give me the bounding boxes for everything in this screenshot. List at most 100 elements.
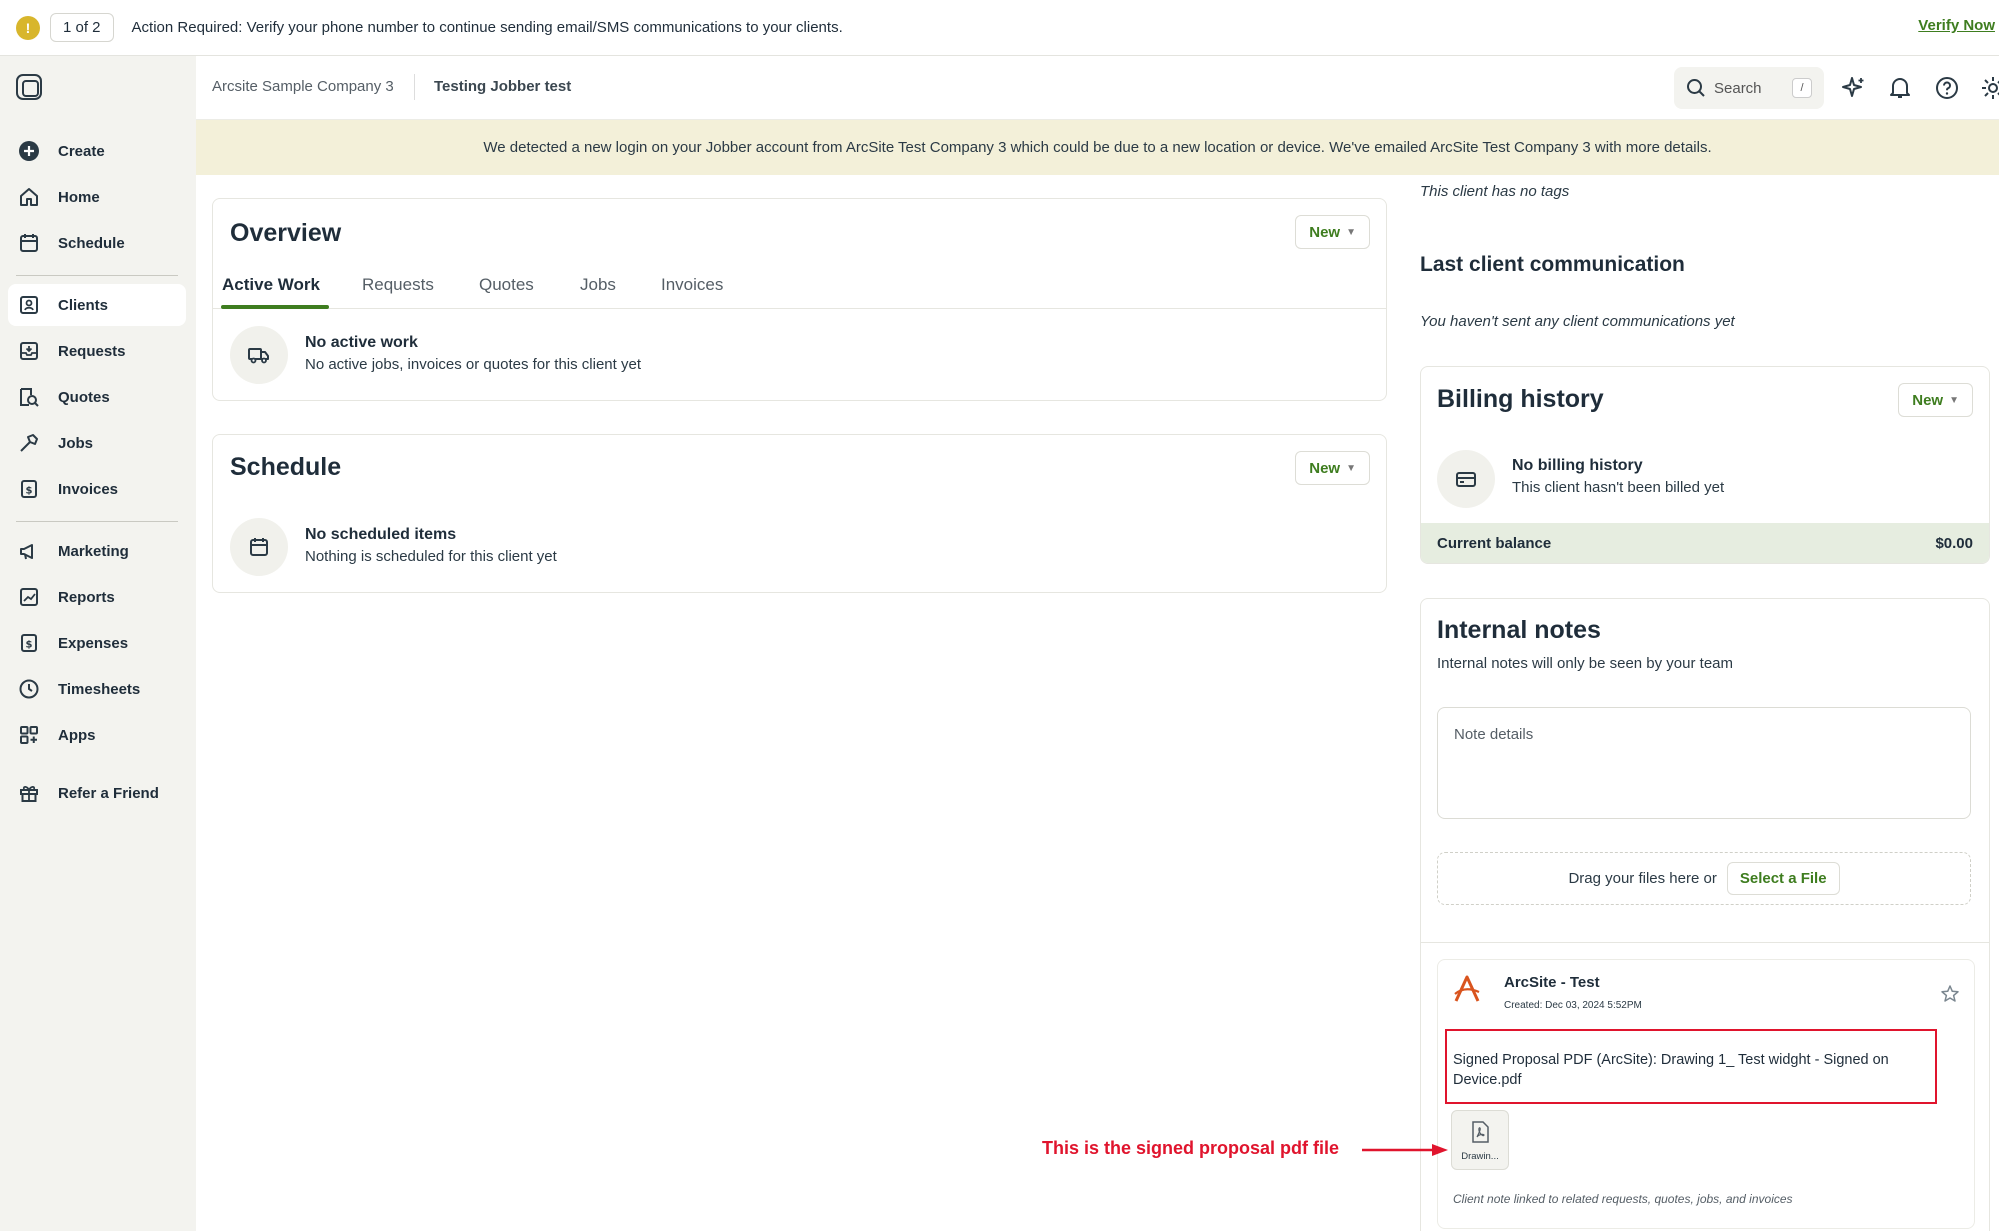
new-button-label: New xyxy=(1309,459,1341,477)
calendar-icon xyxy=(18,232,40,254)
search-shortcut-key: / xyxy=(1792,78,1812,98)
calendar-icon xyxy=(230,518,288,576)
sidebar-item-label: Schedule xyxy=(58,234,125,252)
action-required-message: Action Required: Verify your phone numbe… xyxy=(131,19,843,36)
file-dropzone[interactable]: Drag your files here or Select a File xyxy=(1437,852,1971,905)
internal-notes-card: Internal notes Internal notes will only … xyxy=(1420,598,1990,1231)
sidebar-item-marketing[interactable]: Marketing xyxy=(8,530,186,572)
tab-requests[interactable]: Requests xyxy=(362,275,434,295)
truck-icon xyxy=(230,326,288,384)
apps-icon xyxy=(18,724,40,746)
tab-quotes[interactable]: Quotes xyxy=(479,275,534,295)
gift-icon xyxy=(18,782,40,804)
credit-card-icon xyxy=(1437,450,1495,508)
schedule-title: Schedule xyxy=(230,453,342,481)
notes-divider xyxy=(1421,942,1989,943)
no-scheduled-items-title: No scheduled items xyxy=(305,526,457,543)
pdf-file-icon xyxy=(1472,1121,1489,1143)
warning-icon: ! xyxy=(16,15,40,40)
sidebar-item-label: Jobs xyxy=(58,434,94,452)
jobber-logo-icon[interactable] xyxy=(16,74,42,100)
overview-new-button[interactable]: New ▼ xyxy=(1295,215,1370,249)
sidebar-divider xyxy=(16,275,178,276)
action-required-bar: ! 1 of 2 Action Required: Verify your ph… xyxy=(0,0,1999,56)
current-balance-value: $0.00 xyxy=(1935,534,1973,552)
sidebar-item-quotes[interactable]: Quotes xyxy=(8,376,186,418)
no-scheduled-items-subtitle: Nothing is scheduled for this client yet xyxy=(305,548,557,565)
arcsite-logo-icon xyxy=(1454,975,1480,1002)
top-header: Arcsite Sample Company 3 Testing Jobber … xyxy=(196,56,1999,120)
sidebar-item-schedule[interactable]: Schedule xyxy=(8,222,186,264)
tab-jobs[interactable]: Jobs xyxy=(580,275,616,295)
sidebar-item-label: Refer a Friend xyxy=(58,784,159,802)
sparkle-icon[interactable] xyxy=(1841,75,1867,101)
sidebar-item-label: Requests xyxy=(58,342,126,360)
help-icon[interactable] xyxy=(1934,75,1960,101)
sidebar-item-label: Quotes xyxy=(58,388,110,406)
bell-icon[interactable] xyxy=(1887,75,1913,101)
select-file-button[interactable]: Select a File xyxy=(1726,862,1840,895)
last-communication-text: You haven't sent any client communicatio… xyxy=(1420,313,1735,330)
annotation-label: This is the signed proposal pdf file xyxy=(1042,1138,1340,1158)
billing-history-card: Billing history New ▼ No billing history … xyxy=(1420,366,1990,564)
last-communication-title: Last client communication xyxy=(1420,253,1685,276)
sidebar-item-label: Apps xyxy=(58,726,96,744)
sidebar-item-create[interactable]: Create xyxy=(8,130,186,172)
sidebar-item-label: Invoices xyxy=(58,480,119,498)
overview-card: Overview New ▼ Active Work Requests Quote… xyxy=(212,198,1387,401)
note-footer: Client note linked to related requests, … xyxy=(1453,1192,1793,1206)
internal-notes-subtitle: Internal notes will only be seen by your… xyxy=(1437,655,1733,672)
chart-icon xyxy=(18,586,40,608)
no-active-work-subtitle: No active jobs, invoices or quotes for t… xyxy=(305,356,641,373)
sidebar-item-reports[interactable]: Reports xyxy=(8,576,186,618)
note-details-placeholder: Note details xyxy=(1454,726,1534,743)
new-button-label: New xyxy=(1309,223,1341,241)
clients-icon xyxy=(18,294,40,316)
sidebar-item-requests[interactable]: Requests xyxy=(8,330,186,372)
note-details-input[interactable]: Note details xyxy=(1437,707,1971,819)
no-billing-history-title: No billing history xyxy=(1512,457,1643,474)
sidebar-item-expenses[interactable]: $ Expenses xyxy=(8,622,186,664)
breadcrumb-company[interactable]: Arcsite Sample Company 3 xyxy=(212,78,394,95)
schedule-new-button[interactable]: New ▼ xyxy=(1295,451,1370,485)
sidebar-item-jobs[interactable]: Jobs xyxy=(8,422,186,464)
sidebar-divider xyxy=(16,521,178,522)
current-balance-label: Current balance xyxy=(1437,534,1552,552)
invoice-icon: $ xyxy=(18,478,40,500)
notification-counter[interactable]: 1 of 2 xyxy=(50,13,114,42)
new-login-notice: We detected a new login on your Jobber a… xyxy=(196,120,1999,175)
sidebar-item-timesheets[interactable]: Timesheets xyxy=(8,668,186,710)
no-billing-history-subtitle: This client hasn't been billed yet xyxy=(1512,479,1725,496)
overview-tabs: Active Work Requests Quotes Jobs Invoice… xyxy=(213,267,1386,309)
sidebar-item-refer[interactable]: Refer a Friend xyxy=(8,772,186,814)
tab-invoices[interactable]: Invoices xyxy=(661,275,723,295)
pdf-attachment-thumbnail[interactable]: Drawin... xyxy=(1451,1110,1509,1170)
sidebar-item-invoices[interactable]: $ Invoices xyxy=(8,468,186,510)
sidebar-item-home[interactable]: Home xyxy=(8,176,186,218)
sidebar-item-apps[interactable]: Apps xyxy=(8,714,186,756)
chevron-down-icon: ▼ xyxy=(1346,226,1356,238)
sidebar-item-label: Reports xyxy=(58,588,115,606)
search-icon xyxy=(1687,79,1705,97)
tab-active-work[interactable]: Active Work xyxy=(222,275,320,295)
breadcrumb-client: Testing Jobber test xyxy=(434,78,572,95)
annotation-highlight-box xyxy=(1445,1029,1937,1104)
dropzone-text: Drag your files here or xyxy=(1568,870,1717,887)
gear-icon[interactable] xyxy=(1980,75,1999,101)
search-input[interactable]: Search / xyxy=(1674,67,1824,109)
breadcrumb-divider xyxy=(414,74,415,100)
quote-icon xyxy=(18,386,40,408)
sidebar-item-label: Timesheets xyxy=(58,680,141,698)
clock-icon xyxy=(18,678,40,700)
internal-notes-title: Internal notes xyxy=(1437,616,1601,644)
sidebar-item-label: Home xyxy=(58,188,100,206)
search-placeholder: Search xyxy=(1714,79,1762,97)
schedule-card: Schedule New ▼ No scheduled items Nothing… xyxy=(212,434,1387,593)
sidebar-item-label: Marketing xyxy=(58,542,129,560)
billing-new-button[interactable]: New ▼ xyxy=(1898,383,1973,417)
verify-now-link[interactable]: Verify Now xyxy=(1918,17,1995,34)
sidebar-item-clients[interactable]: Clients xyxy=(8,284,186,326)
pin-icon[interactable] xyxy=(1940,984,1960,1004)
sidebar: Create Home Schedule Clients Requests Qu… xyxy=(0,56,196,1231)
chevron-down-icon: ▼ xyxy=(1949,394,1959,406)
